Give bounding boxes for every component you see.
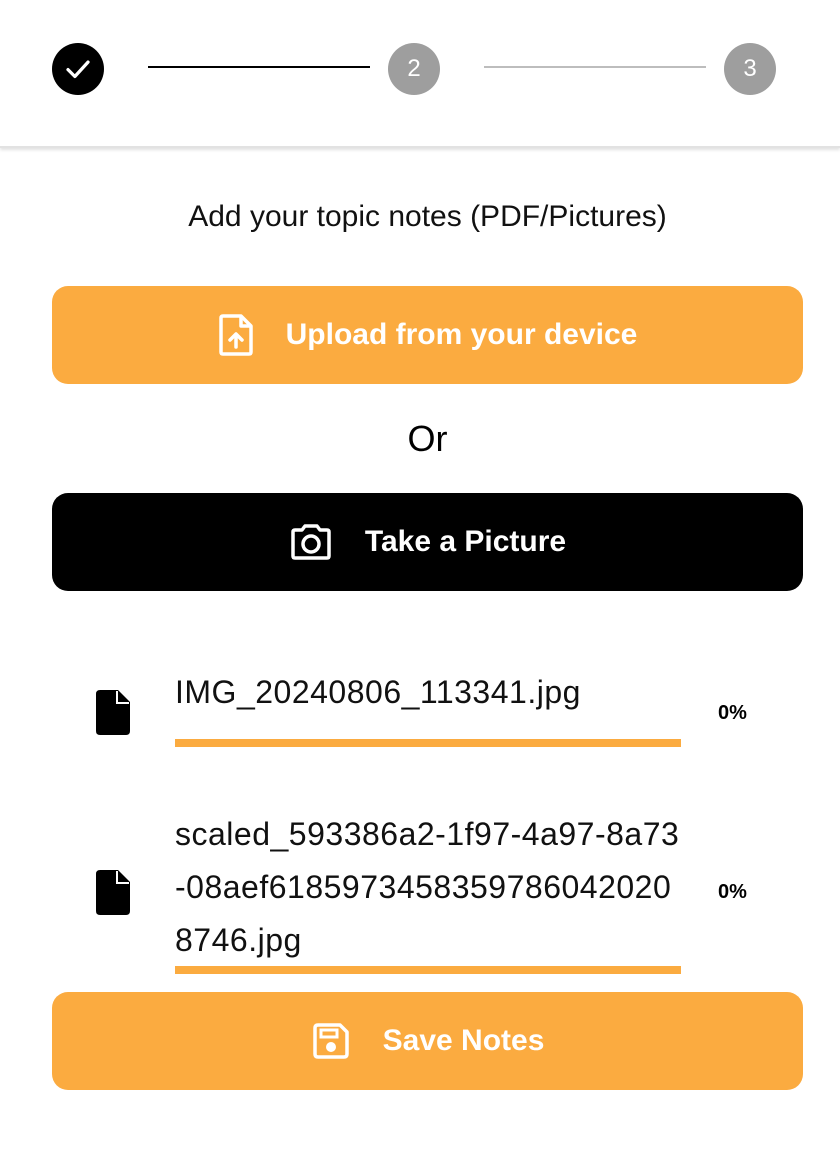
or-separator: Or: [407, 418, 448, 459]
step-2-label: 2: [407, 55, 421, 82]
step-3-label: 3: [743, 55, 757, 82]
file-icon: [96, 870, 130, 915]
take-picture-button[interactable]: Take a Picture: [52, 493, 803, 591]
step-3[interactable]: 3: [724, 43, 776, 95]
save-notes-label: Save Notes: [382, 1024, 545, 1057]
save-notes-button[interactable]: Save Notes: [52, 992, 803, 1090]
file-progress-percent: 0%: [718, 881, 747, 903]
step-connector-2: [484, 66, 706, 68]
save-icon: [311, 1021, 351, 1061]
upload-button[interactable]: Upload from your device: [52, 286, 803, 384]
file-progress-bar: [175, 966, 681, 974]
instruction-text: Add your topic notes (PDF/Pictures): [188, 200, 667, 233]
file-upload-icon: [218, 314, 254, 356]
stepper: 2 3: [0, 0, 840, 148]
check-icon: [66, 60, 90, 79]
file-progress-bar: [175, 739, 681, 747]
file-name: IMG_20240806_113341.jpg: [175, 674, 581, 710]
step-connector-1: [148, 66, 370, 68]
file-icon: [96, 690, 130, 735]
upload-button-label: Upload from your device: [285, 318, 638, 351]
camera-icon: [289, 523, 333, 561]
file-progress-percent: 0%: [718, 702, 747, 724]
file-name: scaled_593386a2-1f97-4a97-8a73-08aef6185…: [175, 816, 680, 958]
step-1-completed[interactable]: [52, 43, 104, 95]
take-picture-label: Take a Picture: [364, 525, 567, 558]
step-2[interactable]: 2: [388, 43, 440, 95]
